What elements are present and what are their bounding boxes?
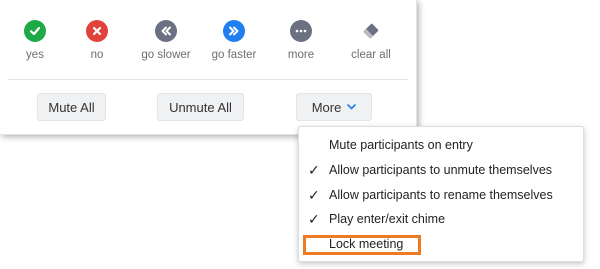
rewind-icon xyxy=(155,20,177,42)
checkmark-icon: ✓ xyxy=(308,211,320,227)
menu-item-label: Mute participants on entry xyxy=(329,138,473,152)
more-button-label: More xyxy=(311,99,342,115)
mute-all-button[interactable]: Mute All xyxy=(37,93,106,121)
menu-item-mute-on-entry[interactable]: Mute participants on entry xyxy=(299,133,583,157)
menu-item-play-chime[interactable]: ✓ Play enter/exit chime xyxy=(299,207,583,231)
reaction-yes[interactable]: yes xyxy=(0,20,70,76)
more-button[interactable]: More xyxy=(296,93,372,121)
chevron-down-icon xyxy=(347,104,357,110)
reaction-label: no xyxy=(90,49,104,61)
checkmark-icon: ✓ xyxy=(308,187,320,203)
reaction-no[interactable]: no xyxy=(62,20,132,76)
menu-item-allow-unmute[interactable]: ✓ Allow participants to unmute themselve… xyxy=(299,158,583,182)
reaction-more[interactable]: more xyxy=(266,20,336,76)
reaction-label: yes xyxy=(26,49,44,61)
fast-forward-icon xyxy=(223,20,245,42)
reaction-label: clear all xyxy=(351,49,391,61)
eraser-icon xyxy=(360,20,382,42)
reaction-go-faster[interactable]: go faster xyxy=(199,20,269,76)
participants-panel: yes no go slower go faster more clear al… xyxy=(0,0,417,135)
check-icon xyxy=(24,20,46,42)
menu-item-allow-rename[interactable]: ✓ Allow participants to rename themselve… xyxy=(299,183,583,207)
reaction-go-slower[interactable]: go slower xyxy=(131,20,201,76)
menu-item-label: Allow participants to unmute themselves xyxy=(329,163,553,177)
unmute-all-button[interactable]: Unmute All xyxy=(157,93,244,121)
checkmark-icon: ✓ xyxy=(308,162,320,178)
menu-item-label: Play enter/exit chime xyxy=(329,212,446,226)
reaction-label: go faster xyxy=(211,49,257,61)
reaction-label: go slower xyxy=(141,49,191,61)
close-icon xyxy=(86,20,108,42)
nonverbal-feedback-bar: yes no go slower go faster more clear al… xyxy=(0,20,416,80)
divider xyxy=(8,79,408,80)
lock-meeting-highlight-box xyxy=(303,235,421,255)
reaction-label: more xyxy=(287,49,315,61)
menu-item-label: Allow participants to rename themselves xyxy=(329,188,553,202)
more-icon xyxy=(290,20,312,42)
reaction-clear-all[interactable]: clear all xyxy=(336,20,406,76)
